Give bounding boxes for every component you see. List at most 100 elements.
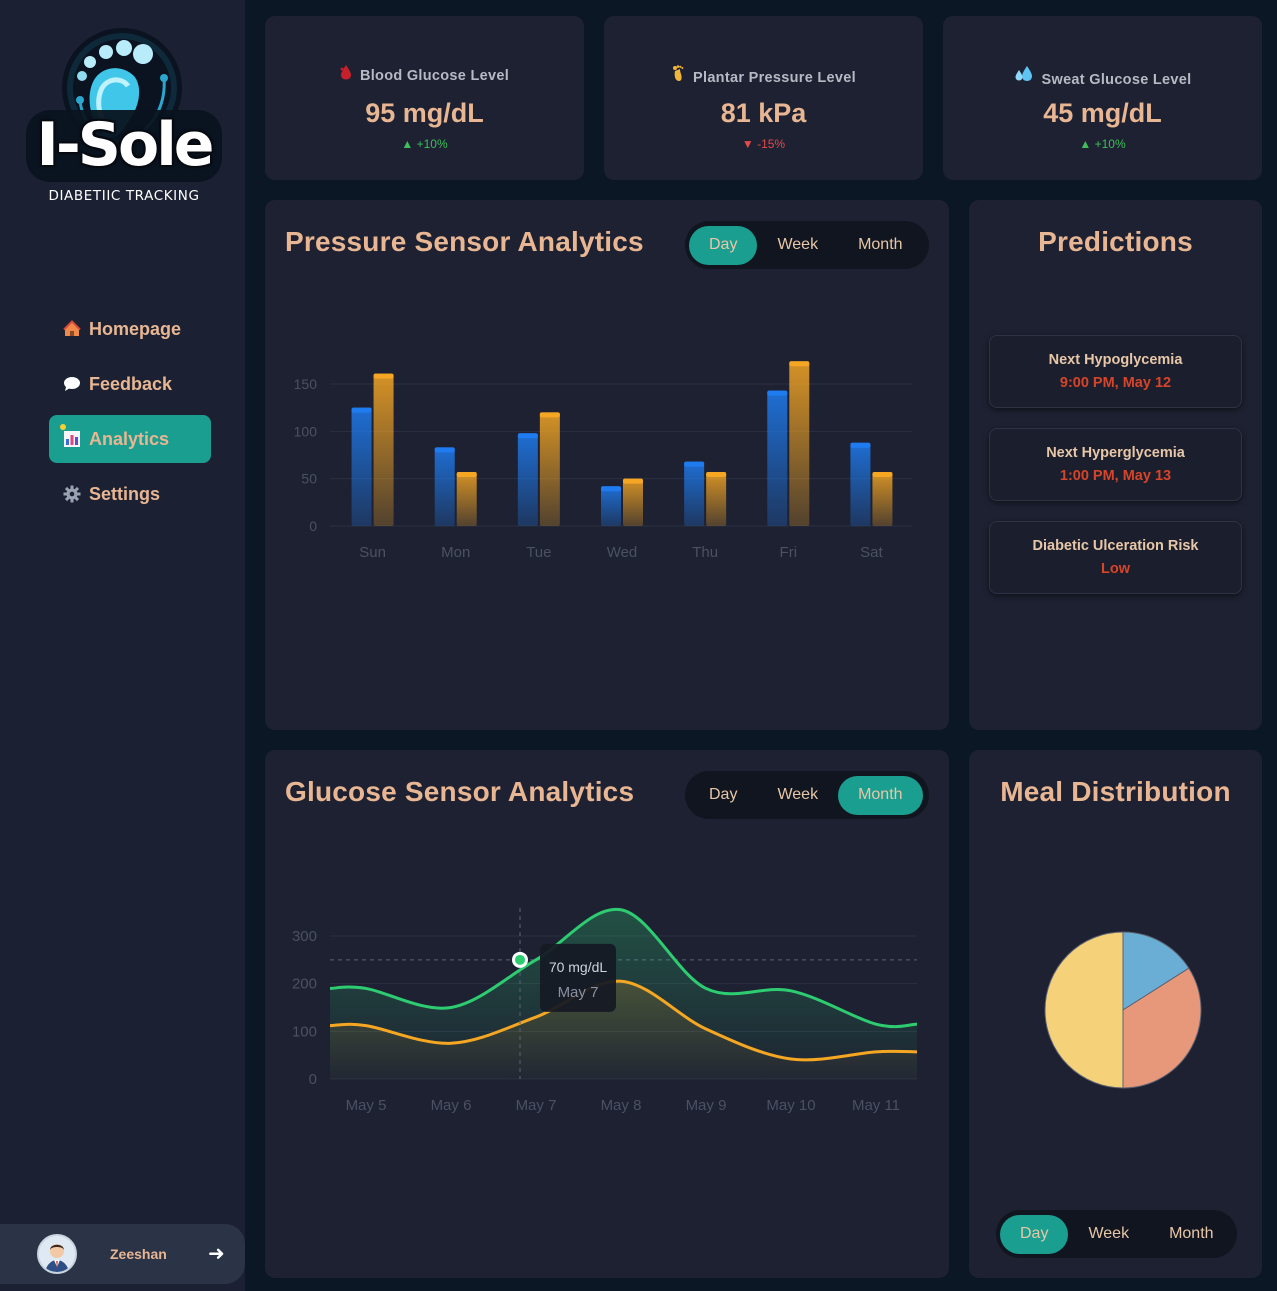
- y-tick-label: 100: [292, 1023, 317, 1040]
- stat-title-text: Sweat Glucose Level: [1041, 72, 1192, 88]
- meal-distribution-panel: Meal Distribution Day Week Month: [969, 750, 1262, 1278]
- foot-icon: [671, 64, 685, 86]
- bar: [623, 478, 643, 526]
- bar: [684, 461, 705, 526]
- sweat-drops-icon: [1014, 64, 1034, 88]
- y-tick-label: 150: [294, 376, 318, 392]
- stat-change: ▼ -15%: [741, 137, 786, 151]
- pressure-range-toggle: Day Week Month: [685, 221, 929, 269]
- prediction-value: Low: [1101, 561, 1130, 577]
- y-tick-label: 50: [301, 471, 317, 487]
- sidebar-item-homepage[interactable]: Homepage: [49, 305, 211, 353]
- stat-title: Plantar Pressure Level: [604, 64, 923, 86]
- y-tick-label: 200: [292, 976, 317, 993]
- house-icon: [61, 319, 83, 339]
- x-tick-label: Sun: [359, 544, 386, 561]
- x-tick-label: Wed: [607, 544, 638, 561]
- bar: [456, 472, 477, 526]
- bar: [601, 486, 621, 526]
- x-tick-label: Mon: [441, 544, 470, 561]
- meal-pie-chart: [1044, 931, 1202, 1089]
- y-tick-label: 300: [292, 928, 317, 945]
- bar: [706, 472, 727, 526]
- bar-cap: [789, 361, 810, 367]
- x-tick-label: Thu: [692, 544, 718, 561]
- sidebar-item-label: Feedback: [89, 373, 173, 394]
- stat-card-plantar-pressure: Plantar Pressure Level 81 kPa ▼ -15%: [604, 16, 923, 180]
- y-tick-label: 100: [294, 423, 318, 439]
- bar-cap: [539, 412, 560, 418]
- x-tick-label: May 10: [766, 1097, 815, 1114]
- bar-cap: [872, 472, 893, 478]
- toggle-month[interactable]: Month: [1149, 1215, 1233, 1254]
- bar: [850, 442, 871, 526]
- bar-cap: [684, 461, 705, 467]
- tooltip-value: 70 mg/dL: [549, 959, 608, 975]
- toggle-week[interactable]: Week: [757, 226, 838, 265]
- tooltip-label: May 7: [558, 984, 599, 1001]
- prediction-value: 9:00 PM, May 12: [1059, 375, 1172, 391]
- sidebar-item-analytics[interactable]: Analytics: [49, 415, 211, 463]
- glucose-line-chart: 0 100 200 300 May 5 May 6 May 7 May 8 May 9 May 1…: [292, 908, 918, 1114]
- x-tick-label: Sat: [860, 544, 883, 561]
- toggle-week[interactable]: Week: [1068, 1215, 1149, 1254]
- bar-cap: [706, 472, 727, 478]
- prediction-hypoglycemia: Next Hypoglycemia 9:00 PM, May 12: [989, 335, 1242, 408]
- pressure-analytics-panel: Pressure Sensor Analytics Day Week Month…: [265, 200, 949, 730]
- glucose-analytics-panel: Glucose Sensor Analytics Day Week Month …: [265, 750, 949, 1278]
- prediction-value: 1:00 PM, May 13: [1059, 468, 1172, 484]
- sidebar-item-settings[interactable]: Settings: [49, 470, 211, 518]
- prediction-label: Next Hypoglycemia: [1048, 352, 1183, 368]
- bar: [872, 472, 893, 526]
- bar-cap: [517, 433, 538, 439]
- toggle-month[interactable]: Month: [838, 226, 922, 265]
- stat-change: ▲ +10%: [1079, 137, 1126, 151]
- stat-value: 45 mg/dL: [1043, 98, 1162, 128]
- predictions-panel: Predictions Next Hypoglycemia 9:00 PM, M…: [969, 200, 1262, 730]
- prediction-ulceration-risk: Diabetic Ulceration Risk Low: [989, 521, 1242, 594]
- stat-change: ▲ +10%: [401, 137, 448, 151]
- bar-cap: [601, 486, 621, 492]
- stat-title-text: Blood Glucose Level: [359, 68, 510, 84]
- x-tick-label: May 5: [346, 1097, 387, 1114]
- bar: [373, 373, 394, 526]
- toggle-week[interactable]: Week: [757, 776, 838, 815]
- stat-title: Sweat Glucose Level: [943, 64, 1262, 88]
- pressure-bar-chart: 0 50 100 150 Sun Mon Tue Wed Thu Fri Sat: [294, 361, 912, 561]
- blood-drop-icon: [340, 64, 352, 84]
- bar-cap: [456, 472, 477, 478]
- meal-range-toggle: Day Week Month: [996, 1210, 1237, 1258]
- tooltip-marker-core: [515, 954, 525, 965]
- x-tick-label: May 9: [686, 1097, 727, 1114]
- bar-chart-icon: [61, 429, 83, 449]
- speech-bubble-icon: [61, 374, 83, 394]
- bar: [789, 361, 810, 526]
- bar-cap: [351, 407, 372, 413]
- bar-cap: [373, 373, 394, 379]
- pie-slice: [1044, 931, 1124, 1089]
- toggle-day[interactable]: Day: [1000, 1214, 1069, 1254]
- brand-name: I-Sole: [36, 110, 215, 180]
- stat-value: 95 mg/dL: [365, 98, 484, 128]
- prediction-label: Next Hyperglycemia: [1046, 445, 1185, 461]
- toggle-day[interactable]: Day: [689, 225, 758, 265]
- user-name: Zeeshan: [110, 1246, 167, 1262]
- logout-arrow-icon[interactable]: ➜: [208, 1241, 225, 1266]
- stat-card-sweat-glucose: Sweat Glucose Level 45 mg/dL ▲ +10%: [943, 16, 1262, 180]
- sidebar-item-label: Analytics: [89, 428, 170, 449]
- toggle-month[interactable]: Month: [838, 775, 923, 815]
- sidebar-item-feedback[interactable]: Feedback: [49, 360, 211, 408]
- x-tick-label: May 6: [431, 1097, 472, 1114]
- stat-card-blood-glucose: Blood Glucose Level 95 mg/dL ▲ +10%: [265, 16, 584, 180]
- panel-title: Predictions: [1038, 226, 1193, 257]
- panel-title: Meal Distribution: [1000, 776, 1231, 807]
- user-profile-bar[interactable]: Zeeshan ➜: [0, 1224, 245, 1284]
- bar-cap: [434, 447, 455, 453]
- stat-value: 81 kPa: [720, 98, 807, 128]
- panel-title: Glucose Sensor Analytics: [285, 776, 635, 807]
- bar: [434, 447, 455, 526]
- stat-title: Blood Glucose Level: [265, 64, 584, 84]
- avatar[interactable]: [37, 1234, 77, 1274]
- toggle-day[interactable]: Day: [689, 776, 757, 815]
- y-tick-label: 0: [309, 1071, 317, 1088]
